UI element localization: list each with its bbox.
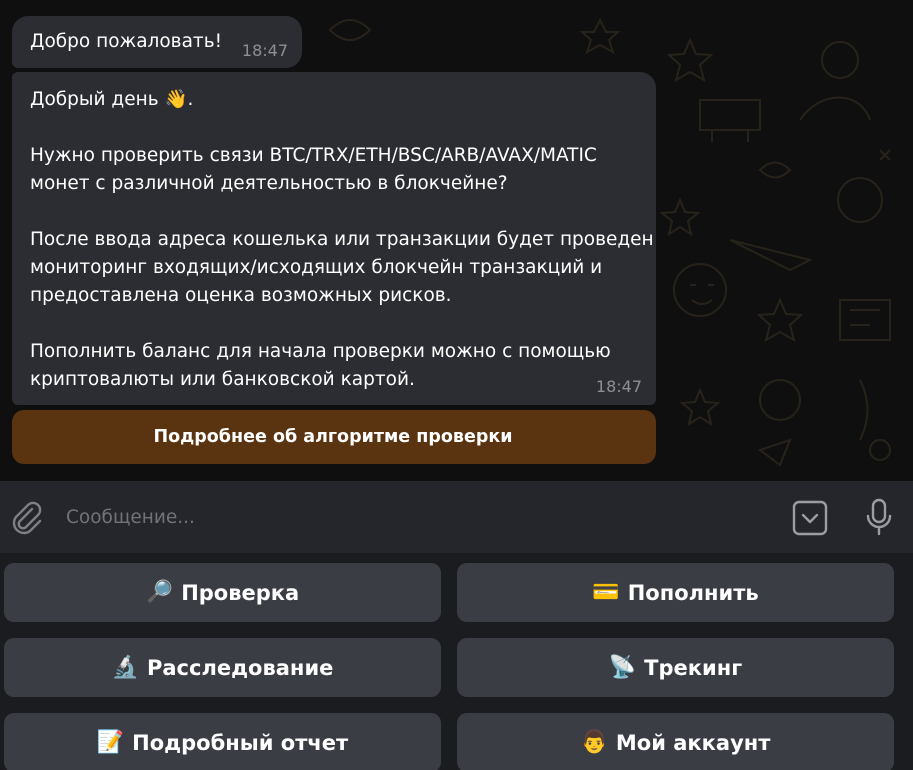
- detailed-report-button[interactable]: 📝 Подробный отчет: [4, 713, 441, 770]
- welcome-message-bubble: Добро пожаловать! 18:47: [12, 16, 302, 68]
- message-line: Нужно проверить связи BTC/TRX/ETH/BSC/AR…: [30, 145, 597, 166]
- top-up-button[interactable]: 💳 Пополнить: [457, 563, 894, 622]
- bot-info-message-bubble: Добрый день 👋. Нужно проверить связи BTC…: [12, 72, 656, 405]
- magnifier-icon: 🔎: [145, 580, 174, 605]
- welcome-message-time: 18:47: [241, 41, 288, 60]
- top-up-button-label: Пополнить: [627, 580, 759, 605]
- person-icon: 👨: [580, 730, 608, 755]
- paperclip-icon[interactable]: [8, 499, 44, 535]
- detailed-report-button-label: Подробный отчет: [132, 730, 349, 755]
- microphone-icon[interactable]: [861, 497, 897, 537]
- algorithm-details-inline-button[interactable]: Подробнее об алгоритме проверки: [12, 410, 656, 464]
- bot-reply-keyboard: 🔎 Проверка 💳 Пополнить 🔬 Расследование 📡…: [0, 553, 913, 770]
- telegram-chat-window: Добро пожаловать! 18:47 Добрый день 👋. Н…: [0, 0, 913, 770]
- message-line: монет с различной деятельностью в блокче…: [30, 173, 508, 194]
- memo-icon: 📝: [96, 730, 125, 755]
- bot-message-time: 18:47: [595, 377, 642, 396]
- investigation-button[interactable]: 🔬 Расследование: [4, 638, 441, 697]
- tracking-button[interactable]: 📡 Трекинг: [457, 638, 894, 697]
- message-line: Пополнить баланс для начала проверки мож…: [30, 341, 611, 362]
- credit-card-icon: 💳: [592, 580, 620, 605]
- microscope-icon: 🔬: [111, 655, 139, 680]
- message-line: После ввода адреса кошелька или транзакц…: [30, 229, 654, 250]
- satellite-dish-icon: 📡: [608, 655, 637, 680]
- message-greeting: Добрый день 👋.: [30, 89, 194, 110]
- message-line: криптовалюты или банковской картой.: [30, 369, 415, 390]
- message-input[interactable]: [66, 499, 766, 535]
- tracking-button-label: Трекинг: [644, 655, 743, 680]
- check-button[interactable]: 🔎 Проверка: [4, 563, 441, 622]
- message-line: предоставлена оценка возможных рисков.: [30, 285, 452, 306]
- my-account-button[interactable]: 👨 Мой аккаунт: [457, 713, 894, 770]
- check-button-label: Проверка: [181, 580, 300, 605]
- message-line: мониторинг входящих/исходящих блокчейн т…: [30, 257, 603, 278]
- keyboard-toggle-icon[interactable]: [791, 499, 829, 537]
- my-account-button-label: Мой аккаунт: [615, 730, 771, 755]
- investigation-button-label: Расследование: [147, 655, 334, 680]
- inline-button-label: Подробнее об алгоритме проверки: [153, 427, 513, 447]
- message-input-bar: [0, 481, 913, 553]
- chat-area: Добро пожаловать! 18:47 Добрый день 👋. Н…: [0, 0, 913, 481]
